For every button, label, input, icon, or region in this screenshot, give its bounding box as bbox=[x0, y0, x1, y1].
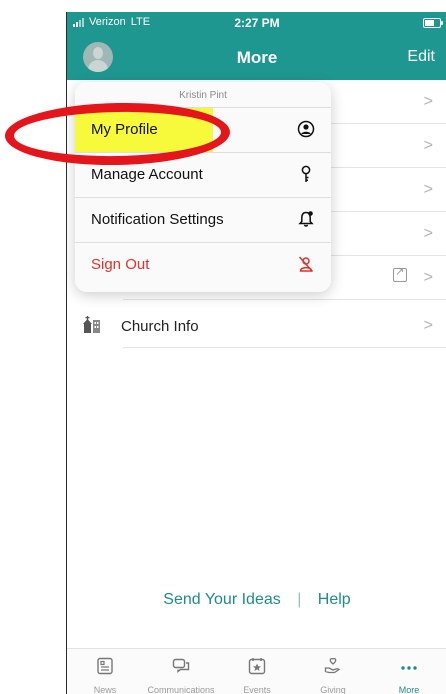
key-icon bbox=[301, 165, 311, 182]
sign-out-label: Sign Out bbox=[91, 256, 150, 273]
battery-icon bbox=[423, 18, 443, 28]
external-link-icon bbox=[393, 265, 407, 282]
status-time: 2:27 PM bbox=[234, 16, 280, 30]
tab-communications[interactable]: Communications bbox=[143, 649, 219, 694]
divider bbox=[123, 299, 446, 300]
chevron-right-icon: > bbox=[423, 137, 433, 154]
tab-more[interactable]: More bbox=[371, 649, 446, 694]
church-icon bbox=[83, 316, 100, 333]
chevron-right-icon: > bbox=[423, 93, 433, 110]
notification-settings-label: Notification Settings bbox=[91, 211, 224, 228]
calendar-star-icon bbox=[248, 658, 266, 675]
tab-more-label: More bbox=[398, 685, 420, 694]
tab-bar: News Communications Events Giving More bbox=[67, 648, 446, 694]
page-title: More bbox=[236, 48, 278, 67]
tab-events[interactable]: Events bbox=[219, 649, 295, 694]
tab-giving-label: Giving bbox=[320, 685, 346, 694]
more-dots-icon bbox=[401, 666, 417, 670]
profile-icon bbox=[297, 120, 315, 138]
church-info-label: Church Info bbox=[121, 318, 199, 335]
tab-news-label: News bbox=[93, 685, 117, 694]
status-bar: Verizon LTE 2:27 PM bbox=[67, 12, 446, 34]
chevron-right-icon: > bbox=[423, 269, 433, 286]
chat-icon bbox=[172, 658, 190, 673]
tab-events-label: Events bbox=[243, 685, 271, 694]
tab-news[interactable]: News bbox=[67, 649, 143, 694]
notification-settings-item[interactable]: Notification Settings bbox=[75, 197, 331, 242]
help-link[interactable]: Help bbox=[318, 591, 351, 608]
edit-button[interactable]: Edit bbox=[407, 48, 435, 66]
manage-account-label: Manage Account bbox=[91, 166, 203, 183]
sign-out-icon bbox=[298, 256, 314, 273]
chevron-right-icon: > bbox=[423, 317, 433, 334]
tab-communications-label: Communications bbox=[147, 685, 215, 694]
news-icon bbox=[97, 657, 113, 675]
list-item-church-info[interactable]: Church Info > bbox=[67, 304, 446, 348]
tab-giving[interactable]: Giving bbox=[295, 649, 371, 694]
chevron-right-icon: > bbox=[423, 225, 433, 242]
footer-separator: | bbox=[297, 591, 302, 608]
nav-bar: More Edit bbox=[67, 34, 446, 80]
bell-icon bbox=[298, 211, 314, 227]
menu-user-name: Kristin Pint bbox=[179, 90, 227, 101]
footer-links: Send Your Ideas | Help bbox=[67, 591, 446, 609]
giving-hand-icon bbox=[324, 657, 341, 674]
send-ideas-link[interactable]: Send Your Ideas bbox=[163, 591, 280, 608]
divider bbox=[123, 347, 446, 348]
sign-out-item[interactable]: Sign Out bbox=[75, 242, 331, 287]
header: Verizon LTE 2:27 PM More Edit bbox=[67, 12, 446, 80]
chevron-right-icon: > bbox=[423, 181, 433, 198]
